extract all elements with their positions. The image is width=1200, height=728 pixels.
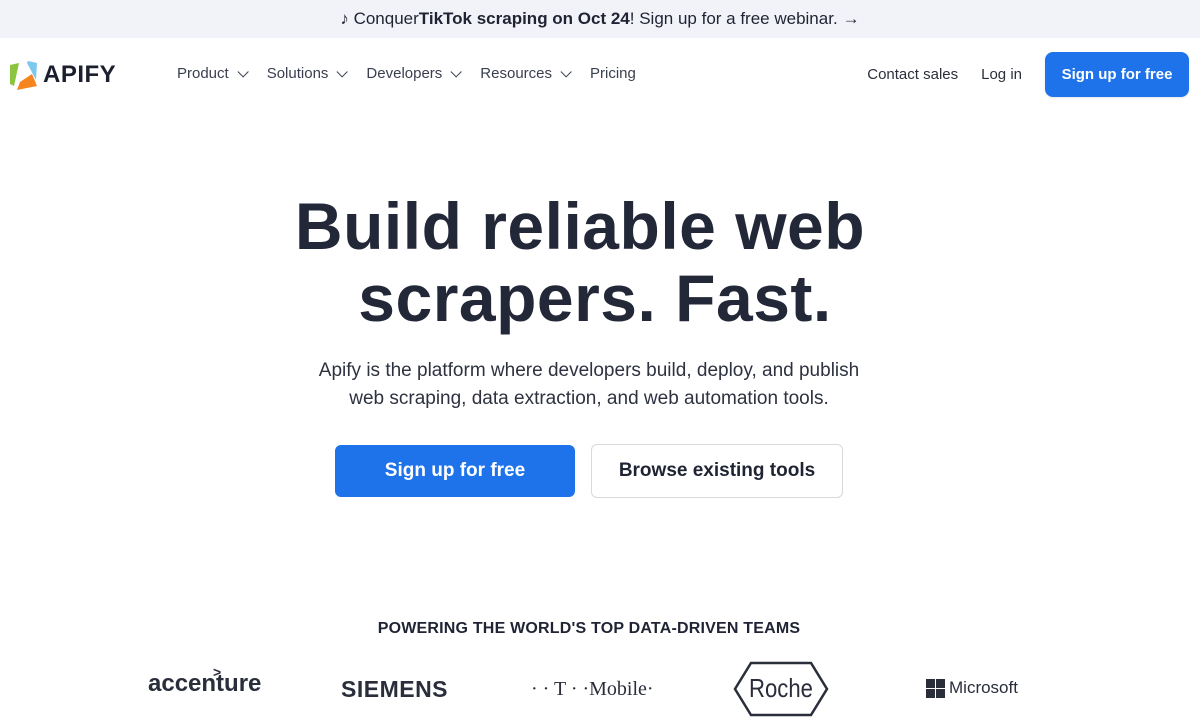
apify-logo[interactable]: APIFY [9,60,116,90]
log-in-link[interactable]: Log in [981,66,1022,83]
roche-text: Roche [749,673,813,703]
t-mobile-logo: · · T · ·Mobile· [531,678,654,700]
menu-pricing[interactable]: Pricing [590,65,636,82]
hero-title-line1: Build reliable web [294,189,866,263]
menu-pricing-label: Pricing [590,65,636,82]
microsoft-windows-icon [926,678,945,698]
accenture-text: accenture [148,670,262,697]
microsoft-text: Microsoft [949,678,1018,697]
browse-tools-button[interactable]: Browse existing tools [591,444,843,498]
menu-product[interactable]: Product [177,65,249,82]
client-logos: > accenture SIEMENS · · T · ·Mobile· Roc… [0,660,1200,728]
hero-subtitle-line2: web scraping, data extraction, and web a… [349,388,829,409]
nav-sign-up-button[interactable]: Sign up for free [1045,52,1189,97]
chevron-down-icon [237,65,249,78]
menu-solutions-label: Solutions [266,65,329,82]
roche-logo: Roche [733,661,829,722]
menu-resources[interactable]: Resources [480,65,572,82]
menu-solutions[interactable]: Solutions [266,65,349,82]
menu-resources-label: Resources [480,65,552,82]
banner-text-suffix: ! Sign up for a free webinar. [629,9,838,28]
main-menu: Product Solutions Developers Resources P… [177,65,658,82]
accenture-caret-icon: > [213,664,222,680]
right-navigation: Contact sales Log in Sign up for free [867,52,1189,97]
arrow-right-icon: → [842,9,860,28]
menu-developers[interactable]: Developers [366,65,463,82]
banner-text-prefix: Conquer [353,9,419,28]
hero-title: Build reliable web scrapers. Fast. [0,190,1160,334]
hero-subtitle-line1: Apify is the platform where developers b… [318,360,860,381]
hero-subtitle: Apify is the platform where developers b… [0,357,1178,413]
banner-text-bold: TikTok scraping on Oct 24 [418,9,630,28]
apify-logo-icon [10,61,37,90]
clients-heading: POWERING THE WORLD'S TOP DATA-DRIVEN TEA… [377,620,801,637]
contact-sales-link[interactable]: Contact sales [867,66,958,83]
hero-sign-up-button[interactable]: Sign up for free [335,445,575,497]
chevron-down-icon [560,65,572,78]
accenture-logo: > accenture [148,664,262,698]
music-note-icon: ♪ [340,9,354,28]
announcement-banner[interactable]: ♪ Conquer TikTok scraping on Oct 24 ! Si… [0,0,1200,38]
hero-title-line2: scrapers. Fast. [358,261,832,335]
microsoft-logo: Microsoft [926,678,1018,698]
chevron-down-icon [450,65,463,78]
menu-product-label: Product [177,65,229,82]
top-navigation: APIFY Product Solutions Developers Resou… [0,38,1200,110]
siemens-logo: SIEMENS [341,676,449,702]
chevron-down-icon [336,65,349,78]
logo-text: APIFY [43,61,117,88]
menu-developers-label: Developers [366,65,443,82]
